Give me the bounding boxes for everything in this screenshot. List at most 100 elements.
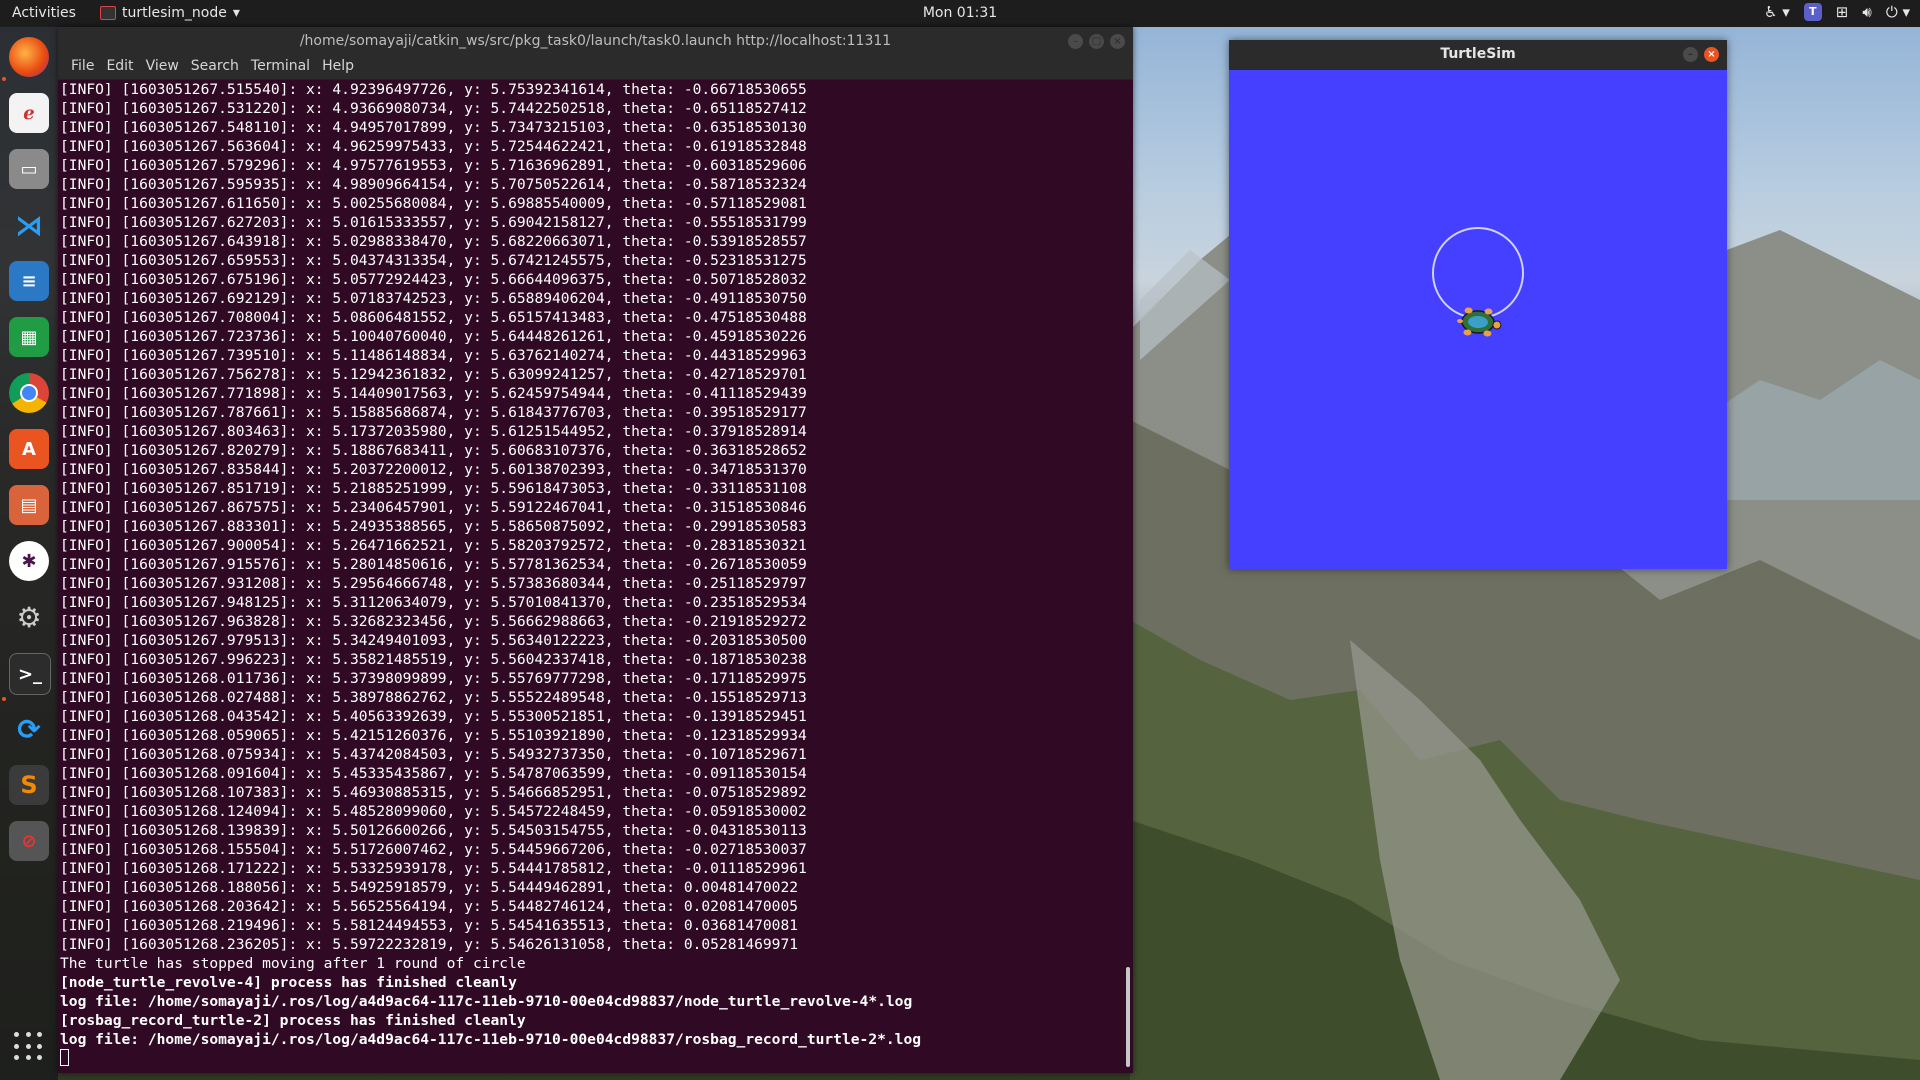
terminal-line: [INFO] [1603051267.979513]: x: 5.3424940… (60, 632, 807, 649)
network-icon[interactable]: ⊞ (1836, 3, 1849, 21)
update-icon[interactable]: ⟳ (9, 709, 49, 749)
menu-help[interactable]: Help (316, 57, 360, 79)
terminal-line: [INFO] [1603051268.075934]: x: 5.4374208… (60, 746, 807, 763)
terminal-line-bold: [rosbag_record_turtle-2] process has fin… (60, 1012, 526, 1029)
terminal-output[interactable]: [INFO] [1603051267.515540]: x: 4.9239649… (58, 80, 1121, 1073)
terminal-line: [INFO] [1603051267.563604]: x: 4.9625997… (60, 138, 807, 155)
turtlesim-canvas (1229, 70, 1727, 569)
minimize-icon[interactable]: – (1068, 34, 1083, 49)
chevron-down-icon: ▾ (232, 5, 240, 21)
scrollbar-thumb[interactable] (1126, 967, 1130, 1067)
text-cursor (60, 1049, 69, 1066)
terminal-line: [INFO] [1603051267.595935]: x: 4.9890966… (60, 176, 807, 193)
terminal-line: [INFO] [1603051267.611650]: x: 5.0025568… (60, 195, 807, 212)
terminal-line: [INFO] [1603051268.219496]: x: 5.5812449… (60, 917, 799, 934)
activities-button[interactable]: Activities (12, 5, 76, 21)
terminal-line: [INFO] [1603051268.043542]: x: 5.4056339… (60, 708, 807, 725)
vscode-icon[interactable]: ⋊ (9, 205, 49, 245)
terminal-line: [INFO] [1603051267.579296]: x: 4.9757761… (60, 157, 807, 174)
turtlesim-window[interactable]: TurtleSim – × (1229, 40, 1727, 569)
blocked-app-icon[interactable]: ⊘ (9, 821, 49, 861)
software-center-icon[interactable]: A (9, 429, 49, 469)
terminal-line: The turtle has stopped moving after 1 ro… (60, 955, 526, 972)
terminal-line-bold: [node_turtle_revolve-4] process has fini… (60, 974, 517, 991)
terminal-line: [INFO] [1603051268.011736]: x: 5.3739809… (60, 670, 807, 687)
terminal-line: [INFO] [1603051267.675196]: x: 5.0577292… (60, 271, 807, 288)
menu-search[interactable]: Search (185, 57, 245, 79)
terminal-line: [INFO] [1603051268.091604]: x: 5.4533543… (60, 765, 807, 782)
turtlesim-titlebar[interactable]: TurtleSim – × (1229, 40, 1727, 70)
terminal-line: [INFO] [1603051267.835844]: x: 5.2037220… (60, 461, 807, 478)
evince-icon[interactable]: ℯ (9, 93, 49, 133)
terminal-title: /home/somayaji/catkin_ws/src/pkg_task0/l… (299, 33, 892, 49)
firefox-icon[interactable] (9, 37, 49, 77)
terminal-line: [INFO] [1603051267.548110]: x: 4.9495701… (60, 119, 807, 136)
running-indicator (2, 77, 6, 81)
terminal-line: [INFO] [1603051267.883301]: x: 5.2493538… (60, 518, 807, 535)
app-menu-label: turtlesim_node (122, 5, 227, 21)
turtlesim-title: TurtleSim (1440, 46, 1516, 62)
terminal-line: [INFO] [1603051268.124094]: x: 5.4852809… (60, 803, 807, 820)
terminal-line: [INFO] [1603051267.867575]: x: 5.2340645… (60, 499, 807, 516)
sublime-icon[interactable]: S (9, 765, 49, 805)
terminal-line-bold: log file: /home/somayaji/.ros/log/a4d9ac… (60, 1031, 922, 1048)
terminal-line: [INFO] [1603051267.948125]: x: 5.3112063… (60, 594, 807, 611)
files-icon[interactable]: ▭ (9, 149, 49, 189)
terminal-prompt[interactable] (60, 1049, 1121, 1068)
terminal-line: [INFO] [1603051267.931208]: x: 5.2956466… (60, 575, 807, 592)
terminal-line: [INFO] [1603051267.915576]: x: 5.2801485… (60, 556, 807, 573)
chrome-icon[interactable] (9, 373, 49, 413)
app-menu[interactable]: turtlesim_node ▾ (100, 5, 240, 21)
terminal-line: [INFO] [1603051267.771898]: x: 5.1440901… (60, 385, 807, 402)
terminal-line: [INFO] [1603051267.756278]: x: 5.1294236… (60, 366, 807, 383)
terminal-line: [INFO] [1603051267.692129]: x: 5.0718374… (60, 290, 807, 307)
terminal-scrollbar[interactable] (1121, 80, 1133, 1073)
terminal-line: [INFO] [1603051268.059065]: x: 5.4215126… (60, 727, 807, 744)
terminal-line: [INFO] [1603051267.659553]: x: 5.0437431… (60, 252, 807, 269)
power-icon[interactable]: ⏻ ▾ (1886, 3, 1910, 21)
system-tray[interactable]: ♿︎ ▾ T ⊞ 🔊︎ ⏻ ▾ (1764, 3, 1910, 21)
terminal-line: [INFO] [1603051268.027488]: x: 5.3897886… (60, 689, 807, 706)
volume-icon[interactable]: 🔊︎ (1862, 3, 1871, 21)
terminal-line: [INFO] [1603051267.531220]: x: 4.9366908… (60, 100, 807, 117)
clock[interactable]: Mon 01:31 (0, 5, 1920, 21)
close-icon[interactable]: × (1110, 34, 1125, 49)
close-icon[interactable]: × (1704, 47, 1719, 62)
settings-icon[interactable]: ⚙ (9, 597, 49, 637)
running-indicator (2, 697, 6, 701)
terminal-line: [INFO] [1603051267.739510]: x: 5.1148614… (60, 347, 807, 364)
terminal-window[interactable]: /home/somayaji/catkin_ws/src/pkg_task0/l… (58, 27, 1133, 1073)
terminal-line: [INFO] [1603051267.708004]: x: 5.0860648… (60, 309, 807, 326)
maximize-icon[interactable]: □ (1089, 34, 1104, 49)
terminal-icon[interactable]: >_ (9, 653, 51, 695)
menu-view[interactable]: View (140, 57, 185, 79)
writer-icon[interactable]: ≡ (9, 261, 49, 301)
terminal-titlebar[interactable]: /home/somayaji/catkin_ws/src/pkg_task0/l… (58, 27, 1133, 57)
menu-edit[interactable]: Edit (100, 57, 139, 79)
terminal-line: [INFO] [1603051267.643918]: x: 5.0298833… (60, 233, 807, 250)
impress-icon[interactable]: ▤ (9, 485, 49, 525)
show-applications-icon[interactable] (14, 1032, 44, 1062)
menu-file[interactable]: File (65, 57, 100, 79)
terminal-line: [INFO] [1603051268.171222]: x: 5.5332593… (60, 860, 807, 877)
teams-icon[interactable]: T (1803, 3, 1822, 21)
slack-icon[interactable]: ✱ (9, 541, 49, 581)
terminal-line: [INFO] [1603051267.996223]: x: 5.3582148… (60, 651, 807, 668)
calc-icon[interactable]: ▦ (9, 317, 49, 357)
minimize-icon[interactable]: – (1683, 47, 1698, 62)
terminal-app-icon (100, 6, 116, 20)
terminal-line: [INFO] [1603051267.627203]: x: 5.0161533… (60, 214, 807, 231)
terminal-line: [INFO] [1603051268.203642]: x: 5.5652556… (60, 898, 799, 915)
terminal-line: [INFO] [1603051267.900054]: x: 5.2647166… (60, 537, 807, 554)
terminal-line: [INFO] [1603051267.515540]: x: 4.9239649… (60, 81, 807, 98)
top-bar: Activities turtlesim_node ▾ Mon 01:31 ♿︎… (0, 0, 1920, 27)
terminal-line: [INFO] [1603051267.851719]: x: 5.2188525… (60, 480, 807, 497)
menu-terminal[interactable]: Terminal (245, 57, 316, 79)
terminal-menubar: File Edit View Search Terminal Help (58, 57, 1133, 80)
dock: ℯ ▭ ⋊ ≡ ▦ A ▤ ✱ ⚙ >_ ⟳ S ⊘ (0, 27, 58, 1080)
terminal-line: [INFO] [1603051268.107383]: x: 5.4693088… (60, 784, 807, 801)
accessibility-icon[interactable]: ♿︎ ▾ (1764, 3, 1790, 21)
terminal-line: [INFO] [1603051268.188056]: x: 5.5492591… (60, 879, 799, 896)
terminal-line: [INFO] [1603051268.236205]: x: 5.5972223… (60, 936, 799, 953)
terminal-line: [INFO] [1603051268.155504]: x: 5.5172600… (60, 841, 807, 858)
